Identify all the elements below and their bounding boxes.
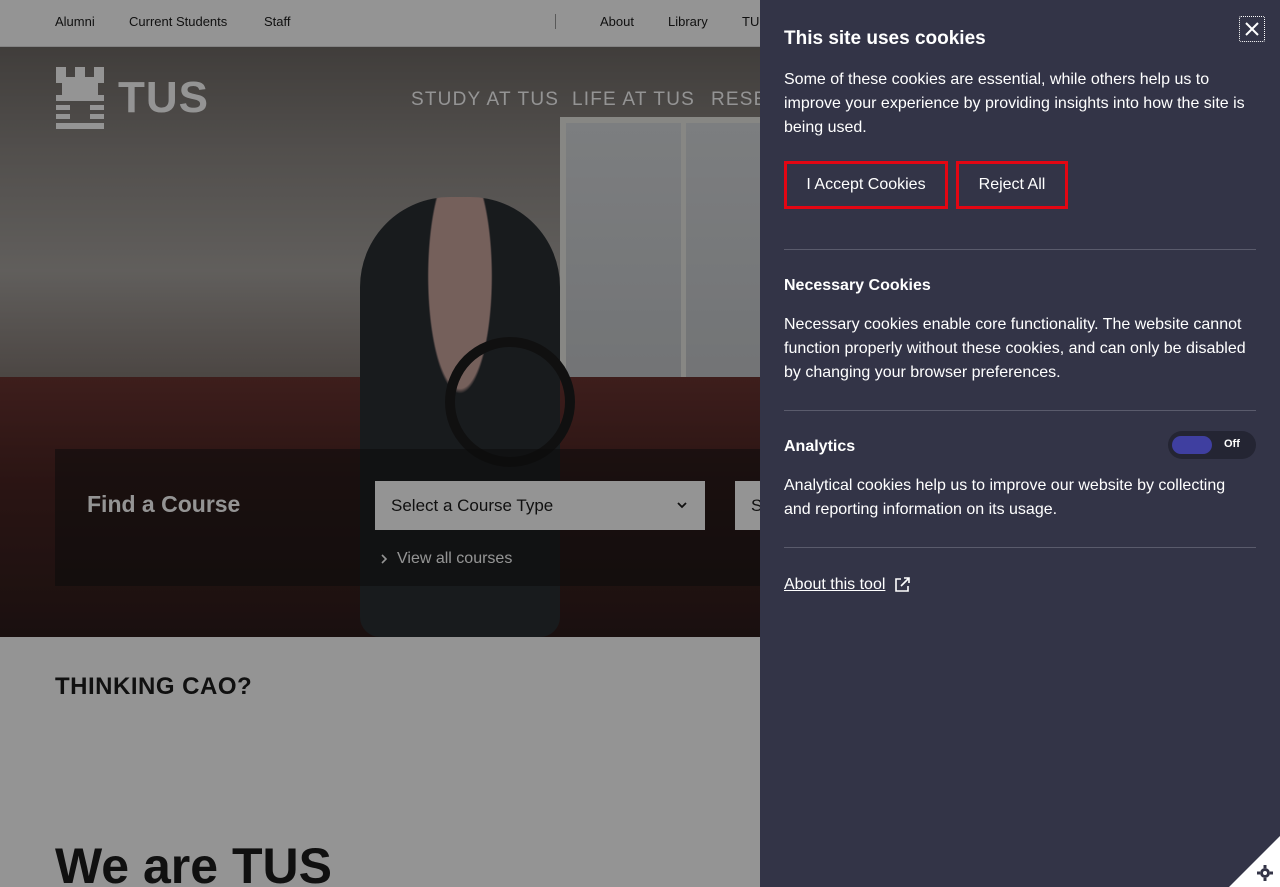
cookie-consent-panel: This site uses cookies Some of these coo… <box>760 0 1280 887</box>
reject-all-button[interactable]: Reject All <box>956 161 1068 209</box>
page-dim-overlay[interactable] <box>0 0 760 887</box>
divider <box>784 410 1256 411</box>
necessary-cookies-title: Necessary Cookies <box>784 277 931 294</box>
accept-cookies-button[interactable]: I Accept Cookies <box>784 161 948 209</box>
analytics-text: Analytical cookies help us to improve ou… <box>784 477 1226 518</box>
necessary-cookies-text: Necessary cookies enable core functional… <box>784 316 1246 381</box>
about-this-tool-label: About this tool <box>784 576 886 593</box>
close-icon <box>1245 22 1259 36</box>
external-link-icon <box>895 577 911 592</box>
analytics-toggle[interactable]: Off <box>1168 431 1256 459</box>
about-this-tool-link[interactable]: About this tool <box>784 576 911 594</box>
divider <box>784 249 1256 250</box>
close-cookie-panel-button[interactable] <box>1239 16 1265 42</box>
analytics-toggle-knob <box>1172 436 1212 454</box>
gear-icon <box>1229 836 1280 887</box>
analytics-title: Analytics <box>784 438 856 455</box>
cookie-panel-title: This site uses cookies <box>784 28 986 49</box>
cookie-settings-button[interactable] <box>1229 836 1280 887</box>
analytics-toggle-state: Off <box>1224 438 1240 450</box>
divider <box>784 547 1256 548</box>
cookie-intro-text: Some of these cookies are essential, whi… <box>784 71 1245 136</box>
